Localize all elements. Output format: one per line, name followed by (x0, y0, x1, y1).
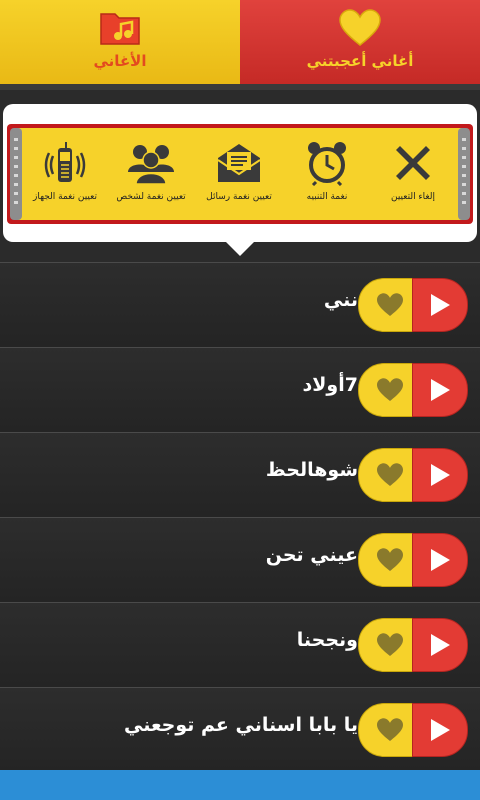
bottom-bar (0, 770, 480, 800)
alarm-tone-label: نغمة التنبيه (306, 192, 348, 202)
message-tone-button[interactable]: تعيين نغمة رسائل (192, 140, 286, 210)
music-folder-icon (100, 13, 140, 45)
song-controls (358, 363, 468, 417)
song-list: نني 7أولاد شوهالحظ عيني تحن ونجحنا يا با… (0, 262, 480, 772)
play-icon (431, 464, 450, 486)
song-title: ونجحنا (296, 629, 358, 651)
play-button[interactable] (412, 703, 468, 757)
heart-icon (377, 378, 403, 402)
song-title: نني (323, 289, 358, 311)
play-icon (431, 719, 450, 741)
tab-liked-songs[interactable]: أغاني أعجبتني (240, 0, 480, 84)
heart-icon (377, 633, 403, 657)
play-icon (431, 379, 450, 401)
song-controls (358, 703, 468, 757)
close-x-icon (396, 146, 430, 180)
popup-pointer (226, 242, 254, 256)
alarm-clock-icon (308, 142, 346, 186)
song-title: يا بابا اسناني عم توجعني (123, 714, 358, 736)
tab-divider (0, 84, 480, 90)
tab-liked-label: أغاني أعجبتني (306, 52, 414, 70)
envelope-icon (217, 144, 261, 182)
song-title: شوهالحظ (265, 459, 358, 481)
contacts-icon (128, 145, 174, 185)
song-controls (358, 278, 468, 332)
song-controls (358, 618, 468, 672)
heart-icon (377, 293, 403, 317)
tab-songs-label: الأغاني (93, 52, 147, 70)
message-tone-label: تعيين نغمة رسائل (206, 192, 272, 202)
play-button[interactable] (412, 618, 468, 672)
list-item[interactable]: نني (0, 262, 480, 347)
list-item[interactable]: 7أولاد (0, 347, 480, 432)
play-button[interactable] (412, 448, 468, 502)
song-title: عيني تحن (265, 544, 358, 566)
play-button[interactable] (412, 533, 468, 587)
list-item[interactable]: شوهالحظ (0, 432, 480, 517)
play-icon (431, 634, 450, 656)
alarm-tone-button[interactable]: نغمة التنبيه (280, 140, 374, 210)
heart-icon (377, 548, 403, 572)
play-button[interactable] (412, 363, 468, 417)
list-item[interactable]: يا بابا اسناني عم توجعني (0, 687, 480, 772)
heart-icon (377, 718, 403, 742)
contact-tone-label: تعيين نغمة لشخص (116, 192, 186, 202)
unassign-button[interactable]: إلغاء التعيين (366, 140, 460, 210)
song-controls (358, 448, 468, 502)
list-item[interactable]: عيني تحن (0, 517, 480, 602)
unassign-label: إلغاء التعيين (390, 192, 435, 202)
device-tone-button[interactable]: تعيين نغمة الجهاز (18, 140, 112, 210)
device-tone-label: تعيين نغمة الجهاز (32, 192, 97, 202)
play-icon (431, 549, 450, 571)
play-icon (431, 294, 450, 316)
tab-bar: الأغاني أغاني أعجبتني (0, 0, 480, 84)
tab-songs[interactable]: الأغاني (0, 0, 240, 84)
song-controls (358, 533, 468, 587)
ringing-phone-icon (44, 142, 86, 182)
contact-tone-button[interactable]: تعيين نغمة لشخص (104, 140, 198, 210)
heart-icon (377, 463, 403, 487)
heart-icon (339, 9, 381, 46)
song-title: 7أولاد (302, 374, 358, 396)
play-button[interactable] (412, 278, 468, 332)
list-item[interactable]: ونجحنا (0, 602, 480, 687)
